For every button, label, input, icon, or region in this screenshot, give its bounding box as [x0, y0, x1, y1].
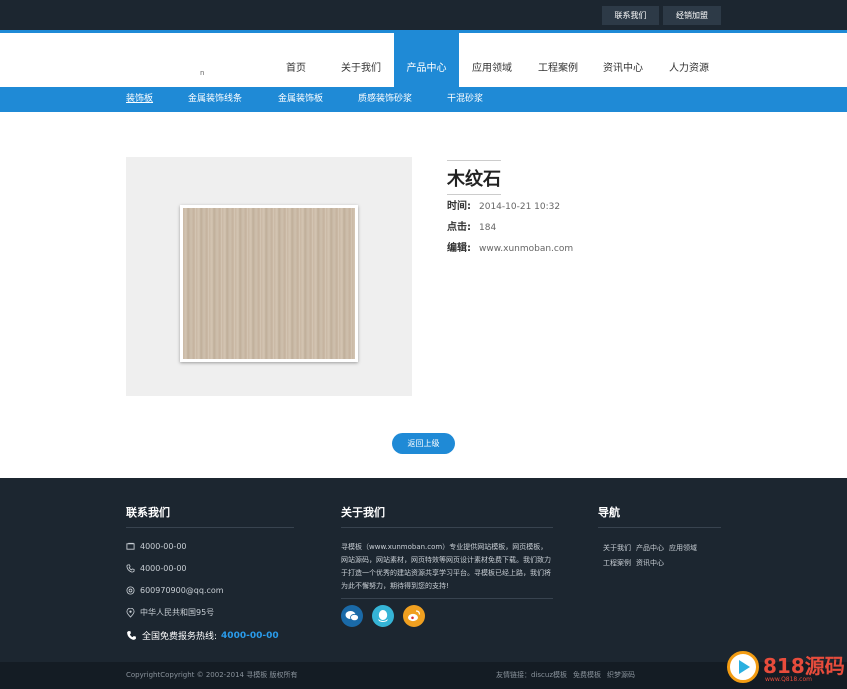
subnav-metal-board[interactable]: 金属装饰板 [278, 87, 323, 112]
footer-about-title: 关于我们 [341, 506, 385, 519]
contact-hotline: 全国免费报务热线: 4000-00-00 [126, 629, 279, 642]
product-title: 木纹石 [447, 160, 501, 195]
weibo-icon[interactable] [403, 605, 425, 627]
monitor-icon [126, 542, 135, 550]
footer-link-cases[interactable]: 工程案例 [603, 559, 631, 567]
product-time: 时间: 2014-10-21 10:32 [447, 197, 560, 212]
address-text: 中华人民共和国95号 [140, 608, 215, 617]
time-label: 时间: [447, 201, 471, 212]
dealer-join-button[interactable]: 经销加盟 [663, 6, 721, 25]
location-pin-icon [126, 607, 135, 618]
sub-nav: 装饰板 金属装饰线条 金属装饰板 质感装饰砂浆 干混砂浆 [0, 87, 847, 112]
friend-link-discuz[interactable]: discuz模板 [531, 671, 567, 679]
main-header: n 首页 关于我们 产品中心 应用领域 工程案例 资讯中心 人力资源 [0, 33, 847, 87]
wechat-icon[interactable] [341, 605, 363, 627]
editor-label: 编辑: [447, 243, 471, 254]
watermark-brand: 818源码 [763, 654, 845, 678]
nav-applications[interactable]: 应用领域 [464, 33, 520, 87]
subnav-decorative-board[interactable]: 装饰板 [126, 87, 153, 112]
friend-link-dede[interactable]: 织梦源码 [607, 671, 635, 679]
friend-label: 友情链接： [496, 671, 531, 679]
contact-email: 600970900@qq.com [126, 586, 224, 595]
contact-phone2: 4000-00-00 [126, 564, 187, 573]
about-text: 寻模板（www.xunmoban.com）专业提供网站模板，网页模板，网站源码，… [341, 543, 551, 590]
footer-link-about[interactable]: 关于我们 [603, 544, 631, 552]
editor-value: www.xunmoban.com [479, 244, 574, 254]
at-icon [126, 586, 135, 595]
marble-texture [183, 208, 355, 359]
hits-value: 184 [479, 223, 497, 233]
product-hits: 点击: 184 [447, 218, 496, 233]
footer-link-applications[interactable]: 应用领域 [669, 544, 697, 552]
product-image[interactable] [180, 205, 358, 362]
logo[interactable]: n [200, 69, 204, 77]
bottom-bar: CopyrightCopyright © 2002-2014 寻模板 版权所有 … [0, 662, 847, 689]
watermark: 818源码 www.Q818.com [727, 649, 845, 689]
divider [598, 527, 721, 528]
nav-hr[interactable]: 人力资源 [661, 33, 717, 87]
divider [341, 598, 553, 599]
nav-about[interactable]: 关于我们 [334, 33, 388, 87]
friend-links: 友情链接：discuz模板 免费模板 织梦源码 [496, 662, 641, 689]
nav-cases[interactable]: 工程案例 [530, 33, 586, 87]
phone1-text: 4000-00-00 [140, 542, 187, 551]
hits-label: 点击: [447, 222, 471, 233]
subnav-texture-mortar[interactable]: 质感装饰砂浆 [358, 87, 412, 112]
phone-icon [126, 564, 135, 573]
email-text: 600970900@qq.com [140, 586, 224, 595]
qq-icon[interactable] [372, 605, 394, 627]
time-value: 2014-10-21 10:32 [479, 202, 561, 212]
footer-link-news[interactable]: 资讯中心 [636, 559, 664, 567]
subnav-dry-mortar[interactable]: 干混砂浆 [447, 87, 483, 112]
footer-link-products[interactable]: 产品中心 [636, 544, 664, 552]
contact-phone1: 4000-00-00 [126, 542, 187, 551]
footer: 联系我们 4000-00-00 4000-00-00 600970900@qq.… [0, 478, 847, 662]
contact-address: 中华人民共和国95号 [126, 607, 214, 618]
back-button[interactable]: 返回上级 [392, 433, 455, 454]
nav-news[interactable]: 资讯中心 [595, 33, 651, 87]
footer-nav-links: 关于我们 产品中心 应用领域 工程案例 资讯中心 [603, 541, 723, 571]
footer-contact-title: 联系我们 [126, 506, 170, 519]
product-editor: 编辑: www.xunmoban.com [447, 239, 573, 254]
copyright: CopyrightCopyright © 2002-2014 寻模板 版权所有 [126, 671, 298, 679]
divider [126, 527, 294, 528]
hotline-label: 全国免费报务热线: [142, 632, 218, 642]
play-icon [727, 651, 759, 683]
watermark-url: www.Q818.com [765, 676, 812, 683]
phone2-text: 4000-00-00 [140, 564, 187, 573]
divider [341, 527, 553, 528]
nav-products[interactable]: 产品中心 [394, 33, 459, 87]
subnav-metal-trim[interactable]: 金属装饰线条 [188, 87, 242, 112]
friend-link-free[interactable]: 免费模板 [573, 671, 601, 679]
contact-us-button[interactable]: 联系我们 [602, 6, 659, 25]
phone-call-icon [127, 631, 136, 640]
hotline-number: 4000-00-00 [221, 630, 279, 641]
nav-home[interactable]: 首页 [273, 33, 319, 87]
footer-nav-title: 导航 [598, 506, 620, 519]
top-bar: 联系我们 经销加盟 [0, 0, 847, 30]
